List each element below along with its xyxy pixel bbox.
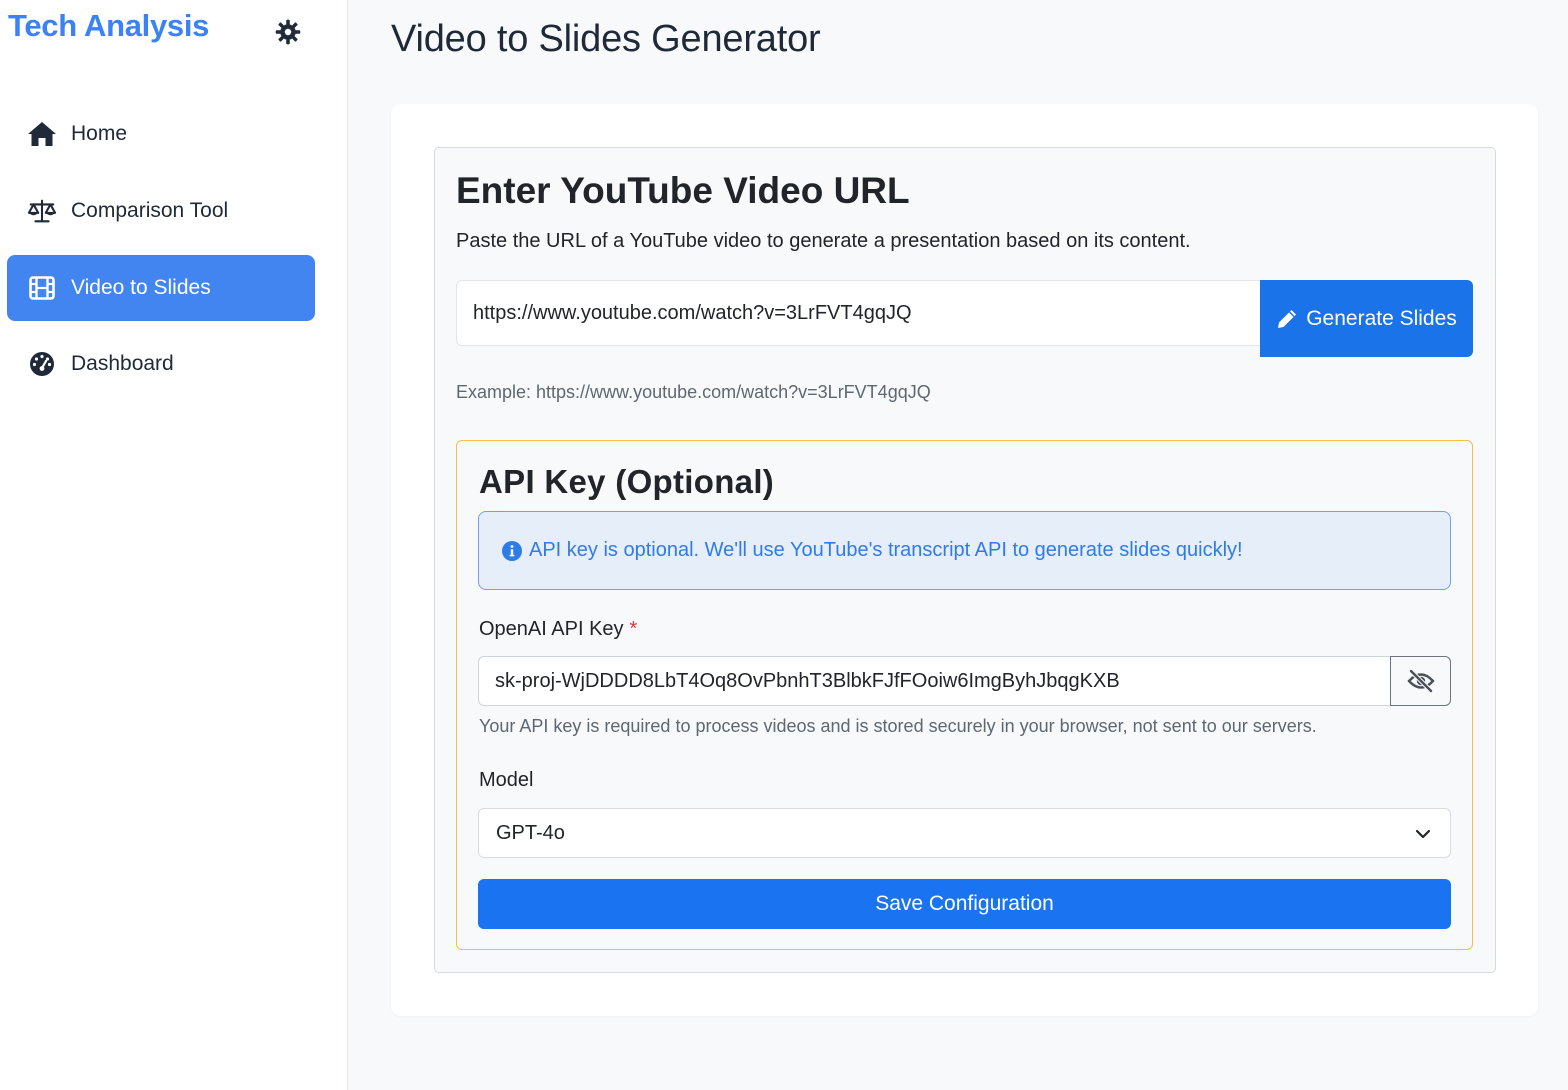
info-alert: API key is optional. We'll use YouTube's… bbox=[478, 511, 1451, 590]
model-select[interactable]: GPT-4o bbox=[478, 808, 1451, 858]
url-section-description: Paste the URL of a YouTube video to gene… bbox=[456, 230, 1191, 252]
save-configuration-button[interactable]: Save Configuration bbox=[478, 879, 1451, 929]
api-key-help-text: Your API key is required to process vide… bbox=[479, 716, 1317, 736]
info-alert-text: API key is optional. We'll use YouTube's… bbox=[529, 539, 1243, 561]
sidebar-item-dashboard[interactable]: Dashboard bbox=[7, 331, 315, 397]
api-section-title: API Key (Optional) bbox=[479, 463, 775, 500]
home-icon bbox=[27, 119, 57, 149]
url-example-text: Example: https://www.youtube.com/watch?v… bbox=[456, 382, 931, 402]
film-icon bbox=[27, 273, 57, 303]
chevron-down-icon bbox=[1414, 825, 1432, 849]
info-icon bbox=[501, 540, 523, 562]
pencil-icon bbox=[1276, 308, 1298, 330]
api-key-label: OpenAI API Key * bbox=[479, 618, 638, 640]
page-title: Video to Slides Generator bbox=[391, 18, 821, 60]
generate-slides-label: Generate Slides bbox=[1306, 306, 1457, 330]
scale-icon bbox=[27, 196, 57, 226]
sidebar: Tech Analysis Home Comparison Tool Video… bbox=[0, 0, 348, 1090]
sidebar-item-label: Video to Slides bbox=[71, 276, 211, 299]
generate-slides-button[interactable]: Generate Slides bbox=[1260, 280, 1473, 357]
youtube-url-input[interactable] bbox=[456, 280, 1261, 346]
gear-icon[interactable] bbox=[273, 17, 303, 47]
required-indicator: * bbox=[629, 618, 638, 640]
model-selected-value: GPT-4o bbox=[496, 821, 565, 844]
url-section-title: Enter YouTube Video URL bbox=[456, 170, 910, 211]
gauge-icon bbox=[27, 349, 57, 379]
sidebar-item-label: Comparison Tool bbox=[71, 199, 229, 222]
sidebar-item-label: Home bbox=[71, 122, 128, 145]
api-key-input[interactable] bbox=[478, 656, 1391, 706]
sidebar-item-home[interactable]: Home bbox=[7, 101, 315, 167]
sidebar-item-video-to-slides[interactable]: Video to Slides bbox=[7, 255, 315, 321]
eye-slash-icon bbox=[1406, 669, 1435, 693]
model-label: Model bbox=[479, 769, 534, 791]
toggle-visibility-button[interactable] bbox=[1390, 656, 1451, 706]
brand-logo[interactable]: Tech Analysis bbox=[8, 8, 209, 44]
sidebar-item-comparison-tool[interactable]: Comparison Tool bbox=[7, 178, 315, 244]
sidebar-item-label: Dashboard bbox=[71, 352, 174, 375]
